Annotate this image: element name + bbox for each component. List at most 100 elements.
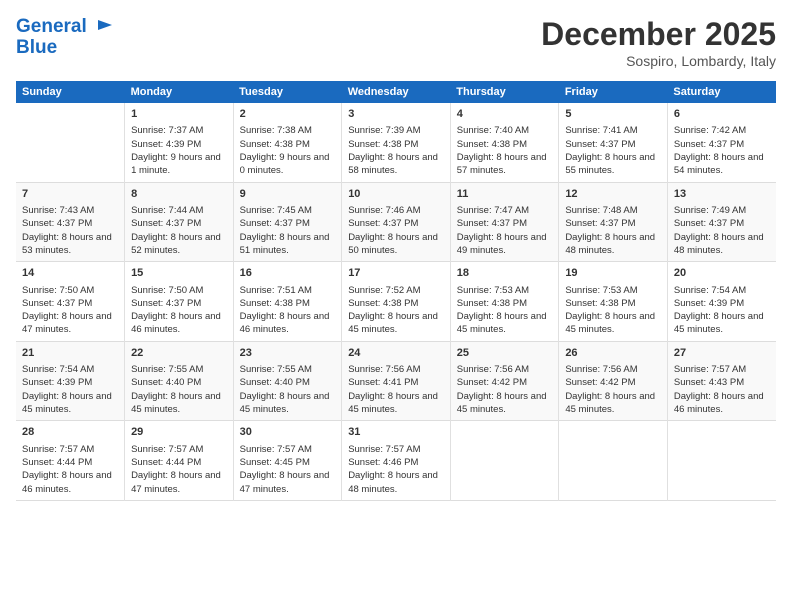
table-row: 5 Sunrise: 7:41 AM Sunset: 4:37 PM Dayli… — [559, 103, 668, 182]
sunset-text: Sunset: 4:38 PM — [565, 298, 635, 309]
col-saturday: Saturday — [667, 81, 776, 103]
sunset-text: Sunset: 4:38 PM — [457, 139, 527, 150]
day-number: 19 — [565, 266, 661, 281]
table-row: 12 Sunrise: 7:48 AM Sunset: 4:37 PM Dayl… — [559, 182, 668, 262]
sunset-text: Sunset: 4:40 PM — [240, 377, 310, 388]
day-number: 5 — [565, 107, 661, 122]
sunrise-text: Sunrise: 7:49 AM — [674, 205, 746, 216]
sunset-text: Sunset: 4:38 PM — [240, 139, 310, 150]
daylight-text: Daylight: 8 hours and 45 minutes. — [457, 311, 547, 335]
table-row: 15 Sunrise: 7:50 AM Sunset: 4:37 PM Dayl… — [125, 262, 234, 342]
title-block: December 2025 Sospiro, Lombardy, Italy — [541, 16, 776, 69]
col-wednesday: Wednesday — [342, 81, 451, 103]
daylight-text: Daylight: 8 hours and 51 minutes. — [240, 232, 330, 256]
logo-general: General — [16, 16, 87, 37]
logo-blue: Blue — [16, 38, 116, 59]
table-row: 10 Sunrise: 7:46 AM Sunset: 4:37 PM Dayl… — [342, 182, 451, 262]
daylight-text: Daylight: 8 hours and 48 minutes. — [674, 232, 764, 256]
table-row: 7 Sunrise: 7:43 AM Sunset: 4:37 PM Dayli… — [16, 182, 125, 262]
calendar-page: General Blue December 2025 Sospiro, Lomb… — [0, 0, 792, 612]
calendar-week-row: 28 Sunrise: 7:57 AM Sunset: 4:44 PM Dayl… — [16, 421, 776, 501]
month-title: December 2025 — [541, 16, 776, 53]
sunrise-text: Sunrise: 7:55 AM — [240, 364, 312, 375]
daylight-text: Daylight: 9 hours and 0 minutes. — [240, 152, 330, 176]
day-number: 29 — [131, 425, 227, 440]
sunrise-text: Sunrise: 7:41 AM — [565, 125, 637, 136]
sunset-text: Sunset: 4:37 PM — [674, 139, 744, 150]
sunrise-text: Sunrise: 7:54 AM — [674, 285, 746, 296]
daylight-text: Daylight: 8 hours and 55 minutes. — [565, 152, 655, 176]
day-number: 31 — [348, 425, 444, 440]
daylight-text: Daylight: 8 hours and 46 minutes. — [131, 311, 221, 335]
table-row: 19 Sunrise: 7:53 AM Sunset: 4:38 PM Dayl… — [559, 262, 668, 342]
header: General Blue December 2025 Sospiro, Lomb… — [16, 16, 776, 69]
day-number: 8 — [131, 187, 227, 202]
sunrise-text: Sunrise: 7:39 AM — [348, 125, 420, 136]
table-row — [16, 103, 125, 182]
sunrise-text: Sunrise: 7:43 AM — [22, 205, 94, 216]
day-number: 3 — [348, 107, 444, 122]
sunset-text: Sunset: 4:37 PM — [131, 298, 201, 309]
calendar-table: Sunday Monday Tuesday Wednesday Thursday… — [16, 81, 776, 501]
day-number: 17 — [348, 266, 444, 281]
daylight-text: Daylight: 8 hours and 46 minutes. — [674, 391, 764, 415]
table-row — [667, 421, 776, 501]
sunrise-text: Sunrise: 7:53 AM — [457, 285, 529, 296]
daylight-text: Daylight: 8 hours and 45 minutes. — [131, 391, 221, 415]
calendar-week-row: 1 Sunrise: 7:37 AM Sunset: 4:39 PM Dayli… — [16, 103, 776, 182]
daylight-text: Daylight: 8 hours and 54 minutes. — [674, 152, 764, 176]
sunset-text: Sunset: 4:39 PM — [22, 377, 92, 388]
sunrise-text: Sunrise: 7:52 AM — [348, 285, 420, 296]
table-row: 2 Sunrise: 7:38 AM Sunset: 4:38 PM Dayli… — [233, 103, 342, 182]
daylight-text: Daylight: 8 hours and 46 minutes. — [240, 311, 330, 335]
table-row — [450, 421, 559, 501]
day-number: 2 — [240, 107, 336, 122]
daylight-text: Daylight: 8 hours and 48 minutes. — [565, 232, 655, 256]
sunset-text: Sunset: 4:37 PM — [348, 218, 418, 229]
table-row: 26 Sunrise: 7:56 AM Sunset: 4:42 PM Dayl… — [559, 341, 668, 421]
daylight-text: Daylight: 8 hours and 57 minutes. — [457, 152, 547, 176]
daylight-text: Daylight: 8 hours and 47 minutes. — [240, 470, 330, 494]
sunset-text: Sunset: 4:42 PM — [565, 377, 635, 388]
table-row: 3 Sunrise: 7:39 AM Sunset: 4:38 PM Dayli… — [342, 103, 451, 182]
daylight-text: Daylight: 8 hours and 48 minutes. — [348, 470, 438, 494]
table-row: 30 Sunrise: 7:57 AM Sunset: 4:45 PM Dayl… — [233, 421, 342, 501]
day-number: 4 — [457, 107, 553, 122]
table-row: 21 Sunrise: 7:54 AM Sunset: 4:39 PM Dayl… — [16, 341, 125, 421]
sunrise-text: Sunrise: 7:42 AM — [674, 125, 746, 136]
day-number: 6 — [674, 107, 770, 122]
day-number: 22 — [131, 346, 227, 361]
daylight-text: Daylight: 8 hours and 53 minutes. — [22, 232, 112, 256]
sunrise-text: Sunrise: 7:47 AM — [457, 205, 529, 216]
sunrise-text: Sunrise: 7:57 AM — [674, 364, 746, 375]
day-number: 15 — [131, 266, 227, 281]
sunset-text: Sunset: 4:41 PM — [348, 377, 418, 388]
table-row: 31 Sunrise: 7:57 AM Sunset: 4:46 PM Dayl… — [342, 421, 451, 501]
col-thursday: Thursday — [450, 81, 559, 103]
location-subtitle: Sospiro, Lombardy, Italy — [541, 53, 776, 69]
daylight-text: Daylight: 8 hours and 45 minutes. — [240, 391, 330, 415]
day-number: 25 — [457, 346, 553, 361]
sunrise-text: Sunrise: 7:50 AM — [22, 285, 94, 296]
day-number: 1 — [131, 107, 227, 122]
sunset-text: Sunset: 4:37 PM — [457, 218, 527, 229]
day-number: 10 — [348, 187, 444, 202]
calendar-week-row: 14 Sunrise: 7:50 AM Sunset: 4:37 PM Dayl… — [16, 262, 776, 342]
daylight-text: Daylight: 8 hours and 45 minutes. — [348, 311, 438, 335]
daylight-text: Daylight: 8 hours and 47 minutes. — [22, 311, 112, 335]
day-number: 23 — [240, 346, 336, 361]
day-number: 18 — [457, 266, 553, 281]
sunset-text: Sunset: 4:39 PM — [674, 298, 744, 309]
sunrise-text: Sunrise: 7:50 AM — [131, 285, 203, 296]
sunset-text: Sunset: 4:38 PM — [348, 139, 418, 150]
sunrise-text: Sunrise: 7:53 AM — [565, 285, 637, 296]
day-number: 28 — [22, 425, 118, 440]
day-number: 16 — [240, 266, 336, 281]
sunset-text: Sunset: 4:38 PM — [457, 298, 527, 309]
sunrise-text: Sunrise: 7:40 AM — [457, 125, 529, 136]
day-number: 27 — [674, 346, 770, 361]
sunset-text: Sunset: 4:38 PM — [240, 298, 310, 309]
day-number: 26 — [565, 346, 661, 361]
daylight-text: Daylight: 8 hours and 46 minutes. — [22, 470, 112, 494]
day-number: 7 — [22, 187, 118, 202]
